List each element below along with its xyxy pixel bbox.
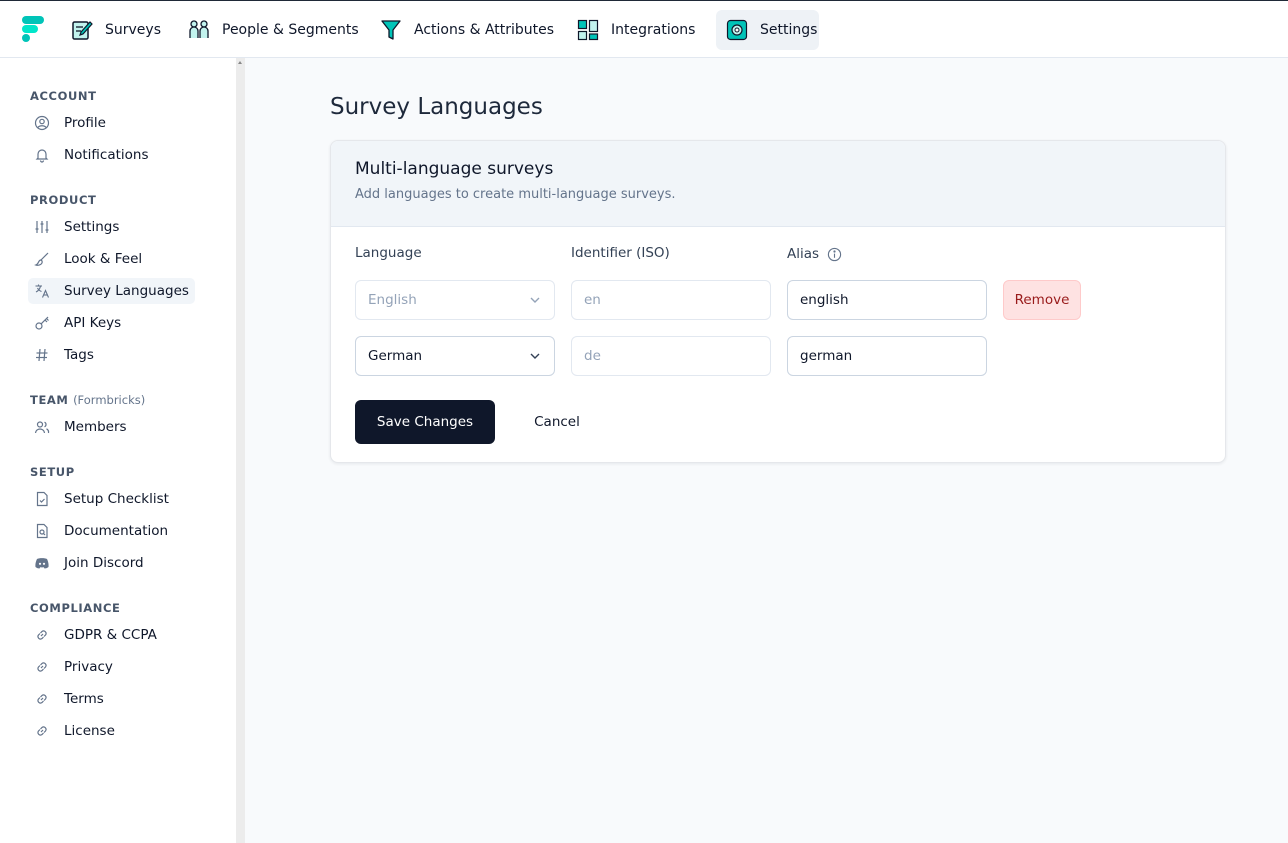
top-navigation-bar: Surveys People & Segments Actions & Attr… <box>0 0 1288 58</box>
chevron-down-icon <box>530 297 540 303</box>
column-label-identifier: Identifier (ISO) <box>571 245 670 261</box>
info-icon[interactable] <box>827 247 842 262</box>
nav-people-label: People & Segments <box>222 22 359 38</box>
sidebar-item-join-discord[interactable]: Join Discord <box>28 550 150 576</box>
alias-value: english <box>800 292 849 308</box>
key-icon <box>35 316 49 330</box>
nav-integrations[interactable]: Integrations <box>567 10 705 50</box>
sidebar-item-label: Tags <box>64 347 94 363</box>
formbricks-logo-icon[interactable] <box>20 15 46 43</box>
file-check-icon <box>36 491 48 507</box>
sidebar-item-label: Survey Languages <box>64 283 189 299</box>
sidebar-section-product: PRODUCT <box>30 193 97 207</box>
sidebar-section-account: ACCOUNT <box>30 89 97 103</box>
sidebar-item-license[interactable]: License <box>28 718 121 744</box>
card-title: Multi-language surveys <box>355 159 554 179</box>
sidebar-item-label: GDPR & CCPA <box>64 627 157 643</box>
sidebar-item-settings[interactable]: Settings <box>28 214 125 240</box>
multi-language-card: Multi-language surveys Add languages to … <box>330 140 1226 463</box>
sidebar-item-label: Members <box>64 419 127 435</box>
alias-value: german <box>800 348 853 364</box>
save-changes-button[interactable]: Save Changes <box>355 400 495 444</box>
sidebar-item-members[interactable]: Members <box>28 414 133 440</box>
language-select-value: English <box>368 292 417 308</box>
nav-integrations-label: Integrations <box>611 22 696 38</box>
nav-actions-attributes[interactable]: Actions & Attributes <box>370 10 564 50</box>
nav-settings[interactable]: Settings <box>716 10 819 50</box>
sidebar-item-terms[interactable]: Terms <box>28 686 110 712</box>
language-select-german[interactable]: German <box>355 336 555 376</box>
sliders-icon <box>35 221 49 233</box>
nav-surveys-label: Surveys <box>105 22 161 38</box>
sidebar-item-notifications[interactable]: Notifications <box>28 142 155 168</box>
sidebar-item-documentation[interactable]: Documentation <box>28 518 174 544</box>
users-icon <box>34 421 50 434</box>
brush-icon <box>34 252 49 266</box>
identifier-value: en <box>584 292 601 308</box>
hash-icon <box>36 348 48 362</box>
nav-actions-label: Actions & Attributes <box>414 22 555 38</box>
bell-icon <box>35 149 49 163</box>
alias-input-english[interactable]: english <box>787 280 987 320</box>
identifier-field-de[interactable]: de <box>571 336 771 376</box>
card-header: Multi-language surveys Add languages to … <box>331 141 1225 227</box>
sidebar-item-privacy[interactable]: Privacy <box>28 654 119 680</box>
sidebar-item-label: Join Discord <box>64 555 144 571</box>
sidebar-item-label: Notifications <box>64 147 149 163</box>
column-label-alias: Alias <box>787 246 842 262</box>
alias-label-text: Alias <box>787 246 820 262</box>
discord-icon <box>35 558 49 569</box>
sidebar-item-label: Profile <box>64 115 106 131</box>
sidebar-item-label: Privacy <box>64 659 113 675</box>
nav-people-segments[interactable]: People & Segments <box>178 10 369 50</box>
sidebar-scrollbar[interactable] <box>236 58 245 843</box>
sidebar-item-label: API Keys <box>64 315 122 331</box>
sidebar-item-label: Settings <box>64 219 120 235</box>
sidebar-item-gdpr-ccpa[interactable]: GDPR & CCPA <box>28 622 163 648</box>
language-select-english[interactable]: English <box>355 280 555 320</box>
sidebar-section-team-title: TEAM <box>30 393 69 407</box>
link-icon <box>37 662 47 672</box>
sidebar-item-setup-checklist[interactable]: Setup Checklist <box>28 486 175 512</box>
identifier-field-en[interactable]: en <box>571 280 771 320</box>
sidebar-item-label: Documentation <box>64 523 169 539</box>
file-search-icon <box>36 523 48 539</box>
identifier-value: de <box>584 348 601 364</box>
sidebar-item-profile[interactable]: Profile <box>28 110 112 136</box>
sidebar-section-setup: SETUP <box>30 465 75 479</box>
page-title: Survey Languages <box>330 94 543 120</box>
sidebar-item-label: Look & Feel <box>64 251 143 267</box>
cancel-button[interactable]: Cancel <box>517 400 597 444</box>
column-label-language: Language <box>355 245 422 261</box>
sidebar-item-label: Setup Checklist <box>64 491 169 507</box>
sidebar-section-team: TEAM (Formbricks) <box>30 393 145 407</box>
integrations-grid-icon <box>577 19 599 41</box>
people-icon <box>189 20 209 38</box>
settings-gear-icon <box>726 19 748 41</box>
card-description: Add languages to create multi-language s… <box>355 187 676 202</box>
survey-edit-icon <box>72 21 93 40</box>
sidebar-section-compliance: COMPLIANCE <box>30 601 121 615</box>
filter-funnel-icon <box>381 20 401 40</box>
sidebar-item-look-feel[interactable]: Look & Feel <box>28 246 148 272</box>
sidebar-item-tags[interactable]: Tags <box>28 342 100 368</box>
sidebar-item-api-keys[interactable]: API Keys <box>28 310 127 336</box>
link-icon <box>37 630 47 640</box>
user-circle-icon <box>34 115 50 131</box>
alias-input-german[interactable]: german <box>787 336 987 376</box>
link-icon <box>37 694 47 704</box>
translate-icon <box>35 284 50 298</box>
sidebar-item-survey-languages[interactable]: Survey Languages <box>28 278 195 304</box>
scroll-up-arrow-icon[interactable] <box>238 61 242 64</box>
sidebar-item-label: License <box>64 723 115 739</box>
language-select-value: German <box>368 348 423 364</box>
nav-surveys[interactable]: Surveys <box>61 10 171 50</box>
sidebar-section-team-subtitle: (Formbricks) <box>73 393 146 407</box>
sidebar-item-label: Terms <box>64 691 104 707</box>
link-icon <box>37 726 47 736</box>
chevron-down-icon <box>530 353 540 359</box>
nav-settings-label: Settings <box>760 22 818 38</box>
remove-language-button[interactable]: Remove <box>1003 280 1081 320</box>
